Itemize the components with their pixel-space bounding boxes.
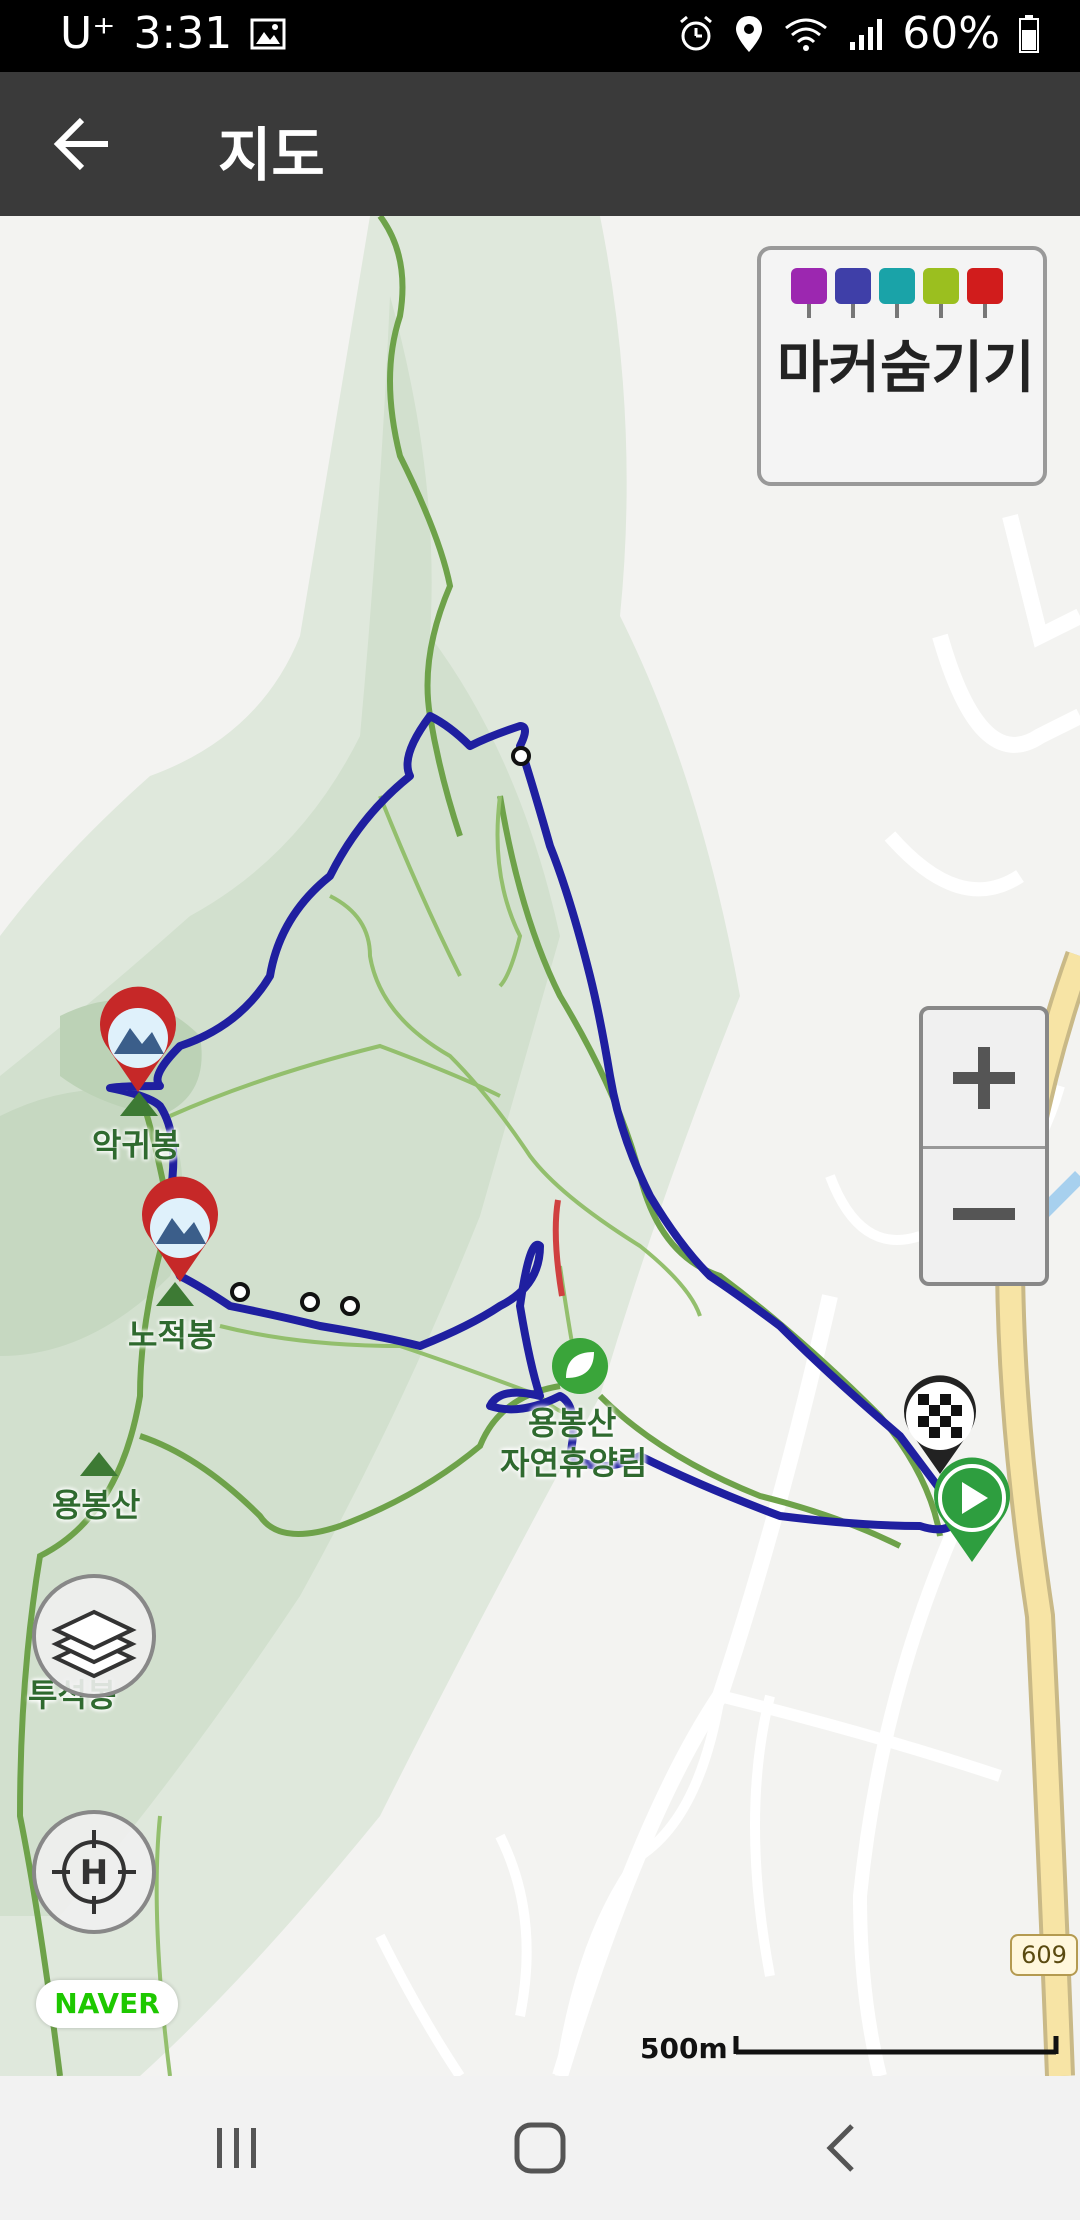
peak-label: 노적봉 bbox=[128, 1316, 217, 1354]
memo-icon bbox=[923, 268, 959, 318]
page-title: 지도 bbox=[218, 121, 325, 189]
layers-icon bbox=[51, 1609, 137, 1679]
battery-label: 60% bbox=[902, 8, 1000, 59]
marker-type-icons bbox=[791, 268, 1003, 318]
peak-label: 용봉산 bbox=[52, 1486, 141, 1524]
waypoint-dot[interactable] bbox=[230, 1282, 250, 1302]
battery-icon bbox=[1018, 14, 1040, 54]
back-button[interactable] bbox=[50, 112, 120, 176]
waypoint-dot[interactable] bbox=[300, 1292, 320, 1312]
leaf-icon[interactable] bbox=[552, 1338, 608, 1394]
my-location-button[interactable]: H bbox=[32, 1810, 156, 1934]
app-bar: 지도 bbox=[0, 72, 1080, 216]
road-number-label: 609 bbox=[1010, 1934, 1078, 1976]
minus-icon bbox=[953, 1208, 1015, 1220]
plus-icon bbox=[953, 1047, 1015, 1109]
status-bar: U⁺ 3:31 60% bbox=[0, 0, 1080, 72]
signal-icon bbox=[848, 16, 884, 52]
arrow-left-icon bbox=[53, 117, 108, 171]
layers-button[interactable] bbox=[32, 1574, 156, 1698]
peak-label: 악귀봉 bbox=[92, 1126, 181, 1164]
map-provider-logo: NAVER bbox=[36, 1980, 178, 2028]
crosshair-icon: H bbox=[52, 1830, 136, 1914]
waypoint-dot[interactable] bbox=[340, 1296, 360, 1316]
forest-label-line2: 자연휴양림 bbox=[500, 1444, 648, 1482]
system-nav-bar bbox=[0, 2076, 1080, 2220]
microphone-icon bbox=[879, 268, 915, 318]
svg-text:H: H bbox=[80, 1853, 108, 1893]
location-icon bbox=[734, 14, 764, 54]
hide-markers-button[interactable]: 마커숨기기 bbox=[757, 246, 1047, 486]
home-button[interactable] bbox=[500, 2112, 580, 2184]
waypoint-dot[interactable] bbox=[511, 746, 531, 766]
video-icon bbox=[835, 268, 871, 318]
clock: 3:31 bbox=[133, 8, 233, 59]
image-icon bbox=[250, 18, 286, 50]
scale-label: 500m bbox=[640, 2032, 728, 2065]
camera-icon bbox=[791, 268, 827, 318]
back-nav-button[interactable] bbox=[802, 2112, 882, 2184]
chevron-left-icon bbox=[826, 2124, 854, 2172]
navigation-icon bbox=[967, 268, 1003, 318]
recent-apps-icon bbox=[217, 2128, 256, 2168]
zoom-in-button[interactable] bbox=[923, 1010, 1045, 1149]
scale-bar bbox=[733, 2036, 1059, 2055]
carrier-label: U⁺ bbox=[60, 8, 116, 59]
zoom-out-button[interactable] bbox=[923, 1146, 1045, 1282]
wifi-icon bbox=[782, 14, 830, 54]
home-icon bbox=[514, 2122, 566, 2174]
hide-markers-label: 마커숨기기 bbox=[777, 336, 1035, 401]
zoom-controls bbox=[919, 1006, 1049, 1286]
alarm-icon bbox=[676, 14, 716, 54]
recent-apps-button[interactable] bbox=[197, 2112, 277, 2184]
map-view[interactable]: 악귀봉 노적봉 용봉산 투석봉 용봉산 자연휴양림 마커숨기기 H NAVER … bbox=[0, 216, 1080, 2076]
